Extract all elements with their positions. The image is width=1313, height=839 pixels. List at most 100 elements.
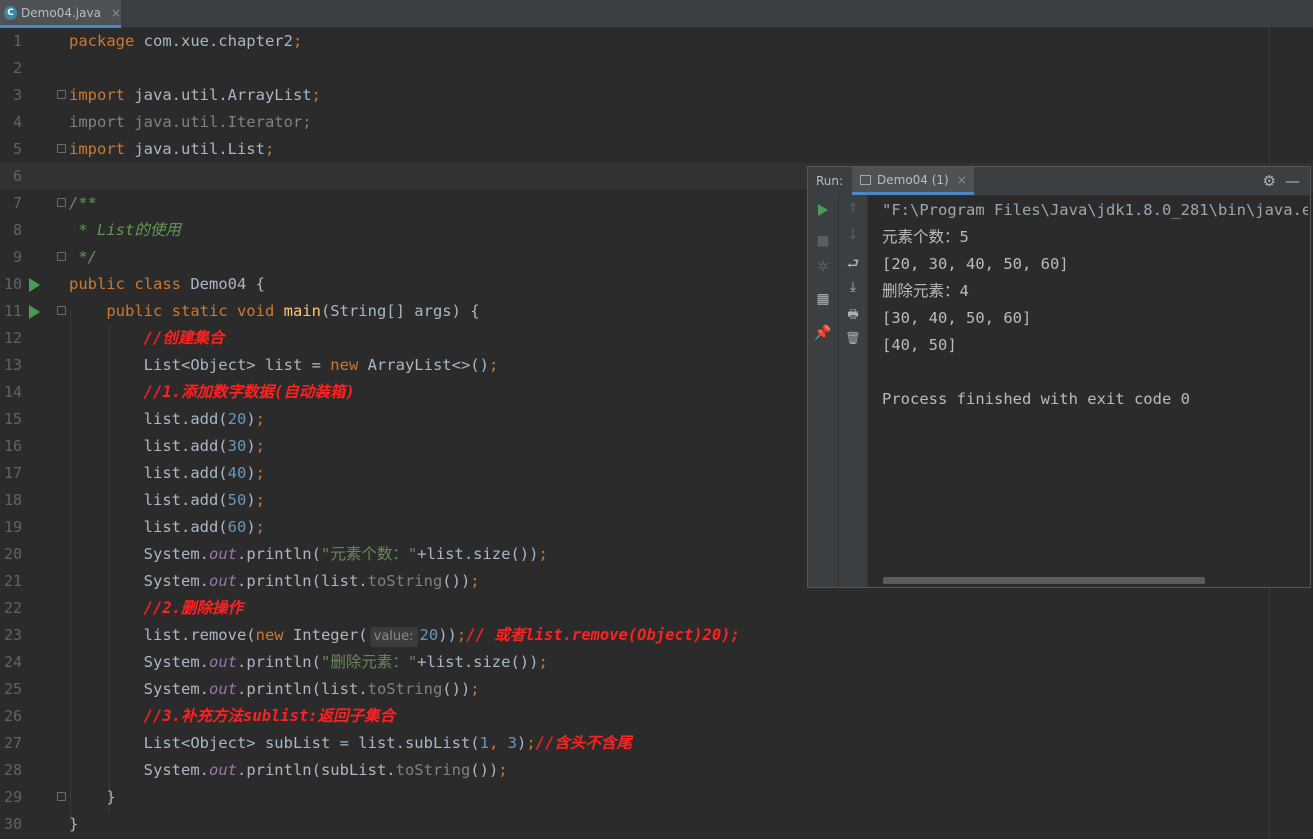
code-text: package com.xue.chapter2; xyxy=(69,28,302,55)
code-text: /** xyxy=(69,190,97,217)
scroll-to-end-icon[interactable]: ⤓ xyxy=(839,279,867,295)
code-text: list.add(30); xyxy=(69,433,265,460)
code-line[interactable]: 4 import java.util.Iterator; xyxy=(0,109,1313,136)
minimize-icon[interactable]: — xyxy=(1285,172,1300,190)
code-token: ) xyxy=(246,518,256,536)
code-token: ; xyxy=(526,734,536,752)
close-tab-icon[interactable]: × xyxy=(111,6,121,20)
code-text: List<Object> subList = list.subList(1, 3… xyxy=(69,730,632,757)
code-line[interactable]: 29 } xyxy=(0,784,1313,811)
line-number: 5 xyxy=(12,140,22,158)
line-number: 4 xyxy=(12,113,22,131)
line-number: 23 xyxy=(3,626,22,644)
line-number: 21 xyxy=(3,572,22,590)
console-line: "F:\Program Files\Java\jdk1.8.0_281\bin\… xyxy=(882,201,1308,219)
run-gutter-icon[interactable] xyxy=(29,305,40,319)
code-line[interactable]: 30} xyxy=(0,811,1313,838)
code-line[interactable]: 2 xyxy=(0,55,1313,82)
console-line: 删除元素：4 xyxy=(882,282,969,300)
line-number: 19 xyxy=(3,518,22,536)
code-token: toString xyxy=(395,761,471,779)
code-token: //3.补充方法sublist:返回子集合 xyxy=(143,707,396,725)
settings-gear-icon[interactable]: ⚙ xyxy=(1263,172,1276,190)
code-token: import xyxy=(69,140,135,158)
code-text: list.add(20); xyxy=(69,406,265,433)
stop-icon[interactable]: ■ xyxy=(808,233,838,249)
code-line[interactable]: 3 import java.util.ArrayList; xyxy=(0,82,1313,109)
code-line[interactable]: 1 package com.xue.chapter2; xyxy=(0,28,1313,55)
parameter-hint: value: xyxy=(369,627,418,647)
run-tab-demo04[interactable]: Demo04 (1) × xyxy=(852,167,974,195)
line-number: 8 xyxy=(12,221,22,239)
code-line[interactable]: 5 import java.util.List; xyxy=(0,136,1313,163)
line-number: 13 xyxy=(3,356,22,374)
line-number: 10 xyxy=(3,275,22,293)
code-line[interactable]: 22 //2.删除操作 xyxy=(0,595,1313,622)
code-line[interactable]: 25 System.out.println(list.toString()); xyxy=(0,676,1313,703)
code-token: 40 xyxy=(227,464,247,482)
line-number: 30 xyxy=(3,815,22,833)
code-token: ; xyxy=(255,518,265,536)
code-line[interactable]: 24 System.out.println("删除元素："+list.size(… xyxy=(0,649,1313,676)
fold-marker-icon[interactable] xyxy=(57,144,66,153)
code-token: "元素个数：" xyxy=(320,545,418,563)
line-number: 27 xyxy=(3,734,22,752)
code-token: .println(list. xyxy=(236,680,368,698)
code-token: public static void xyxy=(106,302,284,320)
code-token: out xyxy=(208,653,237,671)
code-token: // 或者list.remove(Object)20); xyxy=(466,626,740,644)
code-token: 20 xyxy=(419,626,439,644)
line-number: 18 xyxy=(3,491,22,509)
code-token: list.add( xyxy=(69,437,228,455)
code-text: import java.util.List; xyxy=(69,136,274,163)
run-gutter-icon[interactable] xyxy=(29,278,40,292)
line-number: 9 xyxy=(12,248,22,266)
code-token: System. xyxy=(69,653,209,671)
code-line[interactable]: 28 System.out.println(subList.toString()… xyxy=(0,757,1313,784)
debug-icon[interactable]: ✲ xyxy=(808,259,838,275)
fold-marker-icon[interactable] xyxy=(57,306,66,315)
file-tab-demo04[interactable]: C Demo04.java × xyxy=(0,0,121,28)
trash-icon[interactable]: 🗑 xyxy=(839,331,867,345)
soft-wrap-icon[interactable]: ⮐ xyxy=(839,253,867,277)
code-token: ; xyxy=(456,626,467,644)
code-text: //2.删除操作 xyxy=(69,595,243,622)
layout-icon[interactable]: ▦ xyxy=(808,291,838,307)
horizontal-scrollbar[interactable] xyxy=(883,577,1205,584)
console-output[interactable]: "F:\Program Files\Java\jdk1.8.0_281\bin\… xyxy=(882,197,1308,557)
line-number: 7 xyxy=(12,194,22,212)
fold-marker-icon[interactable] xyxy=(57,792,66,801)
fold-marker-icon[interactable] xyxy=(57,90,66,99)
line-number: 22 xyxy=(3,599,22,617)
code-token: } xyxy=(69,788,116,806)
down-arrow-icon[interactable]: ↓ xyxy=(839,227,867,243)
rerun-button[interactable] xyxy=(808,195,838,223)
code-line[interactable]: 23 list.remove(new Integer(value: 20));//… xyxy=(0,622,1313,649)
code-token: System. xyxy=(69,545,209,563)
play-icon xyxy=(818,204,828,216)
pin-icon[interactable]: 📌 xyxy=(808,325,838,341)
code-line[interactable]: 27 List<Object> subList = list.subList(1… xyxy=(0,730,1313,757)
code-text: list.add(40); xyxy=(69,460,265,487)
line-number: 28 xyxy=(3,761,22,779)
code-token: (String[] args) { xyxy=(320,302,480,320)
close-run-tab-icon[interactable]: × xyxy=(957,173,967,187)
run-header: Run: Demo04 (1) × ⚙ — xyxy=(808,167,1310,196)
code-token: "删除元素：" xyxy=(320,653,418,671)
code-token: .println( xyxy=(236,545,321,563)
fold-marker-icon[interactable] xyxy=(57,252,66,261)
fold-marker-icon[interactable] xyxy=(57,198,66,207)
line-number: 26 xyxy=(3,707,22,725)
console-line: Process finished with exit code 0 xyxy=(882,390,1190,408)
console-line: [20, 30, 40, 50, 60] xyxy=(882,255,1069,273)
code-token: ()) xyxy=(442,572,471,590)
code-line[interactable]: 26 //3.补充方法sublist:返回子集合 xyxy=(0,703,1313,730)
code-text: import java.util.Iterator; xyxy=(69,109,312,136)
code-text: } xyxy=(69,811,78,838)
code-token: ) xyxy=(246,437,256,455)
print-icon[interactable]: 🖶 xyxy=(839,305,867,326)
up-arrow-icon[interactable]: ↑ xyxy=(839,201,867,217)
